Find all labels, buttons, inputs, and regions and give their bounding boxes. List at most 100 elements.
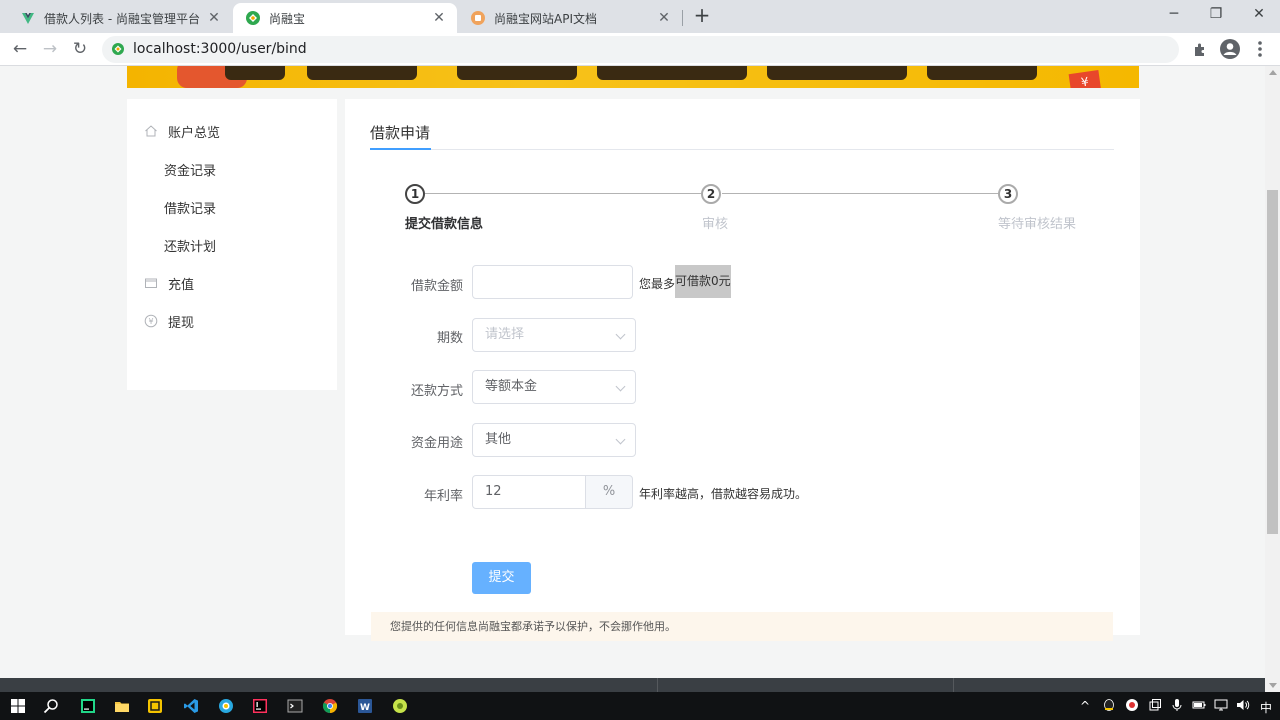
period-select[interactable]: 请选择 [472, 318, 636, 352]
submit-button[interactable]: 提交 [472, 562, 531, 594]
account-sidebar: 账户总览 资金记录 借款记录 还款计划 充值 ¥ 提现 [127, 99, 337, 390]
amount-label: 借款金额 [410, 279, 463, 294]
title-active-underline [370, 148, 431, 150]
step-connector [722, 193, 998, 194]
tab-title: 尚融宝网站API文档 [494, 11, 597, 26]
scroll-up-arrow-icon[interactable] [1269, 70, 1277, 75]
step-3-label: 等待审核结果 [998, 217, 1077, 232]
file-explorer-icon[interactable] [114, 698, 130, 714]
sidebar-item-label: 充值 [168, 277, 195, 293]
rate-hint: 年利率越高，借款越容易成功。 [639, 487, 808, 501]
yen-icon: ¥ [144, 314, 158, 328]
site-favicon-icon [246, 11, 260, 25]
back-arrow-icon[interactable]: ← [9, 38, 31, 60]
reload-icon[interactable]: ↻ [69, 38, 91, 60]
tray-volume-icon[interactable] [1236, 698, 1250, 712]
sidebar-item-label: 资金记录 [164, 163, 217, 179]
more-menu-icon[interactable] [1249, 38, 1271, 60]
extensions-puzzle-icon[interactable] [1189, 38, 1211, 60]
amount-hint-highlight: 可借款0元 [675, 265, 731, 298]
tab-borrower-list[interactable]: 借款人列表 - 尚融宝管理平台 ✕ [8, 3, 232, 33]
scrollbar-thumb[interactable] [1267, 190, 1278, 534]
forward-arrow-icon[interactable]: → [39, 38, 61, 60]
tray-qq-icon[interactable] [1102, 698, 1116, 712]
tray-network-icon[interactable] [1214, 698, 1228, 712]
loan-apply-panel: 借款申请 1 2 3 提交借款信息 审核 等待审核结果 借款金额 您最多可借款0… [345, 99, 1140, 641]
docs-favicon-icon [471, 11, 485, 25]
svg-text:W: W [360, 703, 370, 713]
address-bar[interactable]: localhost:3000/user/bind [102, 36, 1179, 63]
app-icon[interactable] [147, 698, 163, 714]
intellij-icon[interactable] [252, 698, 268, 714]
period-placeholder: 请选择 [485, 327, 525, 342]
sidebar-item-fund-records[interactable]: 资金记录 [127, 159, 337, 179]
rate-unit-append: % [585, 475, 633, 509]
browser-app-icon[interactable] [218, 698, 234, 714]
page-title: 借款申请 [370, 124, 431, 142]
sidebar-item-borrow-records[interactable]: 借款记录 [127, 197, 337, 217]
svg-text:¥: ¥ [148, 317, 153, 326]
vscode-icon[interactable] [183, 698, 199, 714]
window-close-icon[interactable]: ✕ [1249, 4, 1269, 24]
tab-title: 尚融宝 [269, 11, 306, 26]
title-divider [370, 149, 1114, 150]
word-icon[interactable]: W [357, 698, 373, 714]
period-label: 期数 [436, 331, 463, 346]
sidebar-item-account-overview[interactable]: 账户总览 [127, 121, 337, 141]
tab-title: 借款人列表 - 尚融宝管理平台 [44, 11, 200, 26]
profile-avatar-icon[interactable] [1219, 38, 1241, 60]
tray-app-icon[interactable] [1125, 698, 1139, 712]
sidebar-item-recharge[interactable]: 充值 [127, 273, 337, 293]
return-method-select[interactable]: 等额本金 [472, 370, 636, 404]
money-use-label: 资金用途 [410, 436, 463, 451]
tab-shangrongbao[interactable]: 尚融宝 ✕ [233, 3, 457, 33]
home-icon [145, 125, 157, 137]
site-info-icon[interactable] [111, 42, 125, 56]
page-footer-edge [0, 678, 1265, 692]
chevron-down-icon [615, 434, 626, 445]
sidebar-item-repay-plan[interactable]: 还款计划 [127, 235, 337, 255]
step-2-label: 审核 [702, 217, 729, 232]
vue-favicon-icon [22, 13, 34, 24]
windows-start-icon[interactable] [10, 698, 26, 714]
search-icon[interactable] [43, 698, 59, 714]
tray-battery-icon[interactable] [1192, 698, 1206, 712]
page-scrollbar[interactable] [1265, 66, 1280, 692]
browser-toolbar: ← → ↻ localhost:3000/user/bind [0, 33, 1280, 66]
money-use-value: 其他 [485, 432, 512, 447]
sidebar-item-label: 借款记录 [164, 201, 217, 217]
tab-strip: 借款人列表 - 尚融宝管理平台 ✕ 尚融宝 ✕ 尚融宝网站API文档 ✕ + ─… [0, 0, 1280, 33]
wallet-icon [145, 278, 157, 288]
step-3-circle: 3 [998, 184, 1018, 204]
tab-close-icon[interactable]: ✕ [206, 10, 222, 26]
tray-copy-icon[interactable] [1148, 698, 1162, 712]
rate-input[interactable]: 12 [472, 475, 586, 509]
sidebar-item-label: 还款计划 [164, 239, 217, 255]
tab-api-docs[interactable]: 尚融宝网站API文档 ✕ [458, 3, 682, 33]
tab-close-icon[interactable]: ✕ [431, 10, 447, 26]
terminal-icon[interactable] [287, 698, 303, 714]
chevron-down-icon [615, 329, 626, 340]
promo-banner: ¥ [127, 66, 1139, 88]
new-tab-plus-icon[interactable]: + [692, 5, 712, 27]
lemon-app-icon[interactable] [392, 698, 408, 714]
minimize-icon[interactable]: ─ [1164, 4, 1184, 24]
money-use-select[interactable]: 其他 [472, 423, 636, 457]
step-connector [425, 193, 701, 194]
step-1-label: 提交借款信息 [405, 217, 484, 232]
banner-yen-icon: ¥ [1068, 70, 1102, 88]
chrome-icon[interactable] [322, 698, 338, 714]
restore-icon[interactable]: ❐ [1206, 4, 1226, 24]
sidebar-item-label: 账户总览 [168, 125, 221, 141]
scroll-down-arrow-icon[interactable] [1269, 683, 1277, 688]
pycharm-app-icon[interactable] [80, 698, 96, 714]
sidebar-item-withdraw[interactable]: ¥ 提现 [127, 311, 337, 331]
windows-taskbar: W ^ 中 [0, 692, 1280, 720]
privacy-notice: 您提供的任何信息尚融宝都承诺予以保护，不会挪作他用。 [371, 612, 1113, 641]
ime-indicator[interactable]: 中 [1260, 699, 1272, 716]
amount-input[interactable] [472, 265, 633, 299]
tray-microphone-icon[interactable] [1170, 698, 1184, 712]
tray-expand-chevron-icon[interactable]: ^ [1080, 699, 1090, 713]
tab-close-icon[interactable]: ✕ [656, 10, 672, 26]
return-method-label: 还款方式 [410, 384, 463, 399]
